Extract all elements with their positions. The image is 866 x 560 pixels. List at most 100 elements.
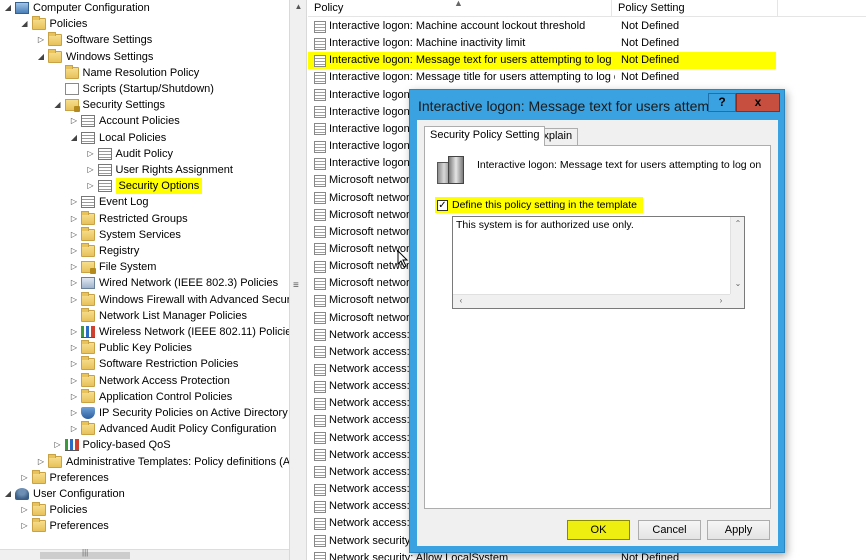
tree-node[interactable]: ◢ Security Settings: [53, 97, 166, 113]
tree-node-label[interactable]: Advanced Audit Policy Configuration: [99, 421, 276, 437]
tree-node-label[interactable]: File System: [99, 259, 156, 275]
cancel-button[interactable]: Cancel: [638, 520, 701, 540]
tree-node-label[interactable]: Preferences: [50, 518, 109, 534]
message-text-area[interactable]: This system is for authorized use only. …: [452, 216, 745, 309]
policy-setting-cell[interactable]: Not Defined: [615, 52, 679, 69]
tree-node[interactable]: ▷ IP Security Policies on Active Director…: [69, 405, 289, 421]
tree-node[interactable]: ▷ File System: [69, 259, 156, 275]
tree-node-label[interactable]: Application Control Policies: [99, 389, 232, 405]
tree-node-label[interactable]: Wireless Network (IEEE 802.11) Policies: [99, 324, 289, 340]
tree-node[interactable]: ▷ Preferences: [20, 518, 109, 534]
tree-node[interactable]: ◢ Local Policies: [69, 130, 166, 146]
tree-node[interactable]: ▷ Registry: [69, 243, 139, 259]
expanded-arrow-icon[interactable]: ◢: [53, 97, 63, 113]
tree-node-label[interactable]: Public Key Policies: [99, 340, 192, 356]
tree-node[interactable]: ◢ User Configuration: [3, 486, 125, 502]
list-row[interactable]: Interactive logon: Machine account locko…: [308, 18, 788, 35]
scroll-up-icon[interactable]: ▲: [293, 2, 304, 12]
define-policy-label[interactable]: Define this policy setting in the templa…: [452, 199, 637, 211]
tree-horizontal-scrollbar[interactable]: |||: [0, 548, 289, 560]
tree-node-label[interactable]: Software Restriction Policies: [99, 356, 238, 372]
collapsed-arrow-icon[interactable]: ▷: [86, 162, 96, 178]
tree-node[interactable]: ▷ Application Control Policies: [69, 388, 232, 405]
policy-name-cell[interactable]: Interactive logon: Machine account locko…: [329, 18, 615, 35]
tree-node-label[interactable]: Security Options: [115, 178, 203, 195]
policy-setting-cell[interactable]: Not Defined: [615, 69, 679, 86]
tree-node-label[interactable]: Network List Manager Policies: [99, 308, 247, 324]
tree-node-label[interactable]: User Configuration: [33, 486, 125, 502]
tree-node-label[interactable]: Network Access Protection: [99, 373, 230, 389]
expanded-arrow-icon[interactable]: ◢: [3, 0, 13, 16]
expanded-arrow-icon[interactable]: ◢: [3, 486, 13, 502]
list-row[interactable]: Interactive logon: Message text for user…: [308, 52, 776, 70]
scroll-right-arrow-icon[interactable]: ›: [715, 296, 727, 305]
tree-node[interactable]: ▷ Security Options: [86, 178, 203, 195]
tree-node[interactable]: ▷ Preferences: [20, 469, 109, 486]
policy-setting-cell[interactable]: Not Defined: [615, 35, 679, 52]
tree-node-label[interactable]: IP Security Policies on Active Directory…: [99, 405, 289, 421]
collapsed-arrow-icon[interactable]: ▷: [69, 324, 79, 340]
apply-button[interactable]: Apply: [707, 520, 770, 540]
collapsed-arrow-icon[interactable]: ▷: [20, 470, 30, 486]
tree-node-label[interactable]: Computer Configuration: [33, 0, 150, 16]
tree-node[interactable]: ▷ Public Key Policies: [69, 340, 192, 356]
text-horizontal-scrollbar[interactable]: ‹ ›: [453, 294, 730, 308]
tree-node[interactable]: ▷ User Rights Assignment: [86, 162, 233, 178]
policy-name-cell[interactable]: Interactive logon: Machine inactivity li…: [329, 35, 615, 52]
tree-node[interactable]: ▷ Network Access Protection: [69, 372, 230, 389]
expanded-arrow-icon[interactable]: ◢: [36, 49, 46, 65]
tree-node[interactable]: ▷ System Services: [69, 226, 181, 243]
policy-name-cell[interactable]: Interactive logon: Message title for use…: [329, 69, 615, 86]
tree-node-label[interactable]: Windows Firewall with Advanced Security: [99, 292, 289, 308]
tree-node-label[interactable]: Security Settings: [83, 97, 166, 113]
tree-node-label[interactable]: System Services: [99, 227, 181, 243]
scroll-down-arrow-icon[interactable]: ⌄: [732, 279, 744, 288]
tree-node[interactable]: ▷ Restricted Groups: [69, 210, 188, 227]
tree-node-label[interactable]: Software Settings: [66, 32, 152, 48]
tree-node[interactable]: ▷ Event Log: [69, 194, 149, 210]
collapsed-arrow-icon[interactable]: ▷: [20, 502, 30, 518]
collapsed-arrow-icon[interactable]: ▷: [86, 146, 96, 162]
tree-node-label[interactable]: Local Policies: [99, 130, 166, 146]
collapsed-arrow-icon[interactable]: ▷: [69, 275, 79, 291]
define-policy-checkbox[interactable]: ✓: [437, 199, 448, 211]
expanded-arrow-icon[interactable]: ◢: [69, 130, 79, 146]
tree-node[interactable]: ▷ Software Settings: [36, 32, 152, 48]
help-button[interactable]: ?: [708, 93, 736, 112]
scroll-up-arrow-icon[interactable]: ⌃: [732, 219, 744, 228]
collapsed-arrow-icon[interactable]: ▷: [20, 518, 30, 534]
tree-node-label[interactable]: Administrative Templates: Policy definit…: [66, 454, 289, 470]
collapsed-arrow-icon[interactable]: ▷: [69, 340, 79, 356]
tree-node[interactable]: ◢ Computer Configuration: [3, 0, 150, 16]
collapsed-arrow-icon[interactable]: ▷: [36, 32, 46, 48]
tree-node[interactable]: ◢ Windows Settings: [36, 48, 153, 65]
list-row[interactable]: Interactive logon: Message title for use…: [308, 69, 788, 86]
policy-setting-cell[interactable]: Not Defined: [615, 18, 679, 35]
tab-security-policy-setting[interactable]: Security Policy Setting: [424, 126, 546, 146]
tree-node-label[interactable]: Policy-based QoS: [83, 437, 171, 453]
collapsed-arrow-icon[interactable]: ▷: [69, 259, 79, 275]
tree-node[interactable]: ▷ Administrative Templates: Policy defini…: [36, 453, 289, 470]
collapsed-arrow-icon[interactable]: ▷: [69, 243, 79, 259]
tree-node[interactable]: ▷ Software Restriction Policies: [69, 356, 238, 372]
message-text-value[interactable]: This system is for authorized use only.: [456, 219, 634, 231]
pane-splitter[interactable]: ▲ ≡: [289, 0, 307, 560]
tree-node[interactable]: Name Resolution Policy: [53, 64, 199, 81]
tree-node[interactable]: ▷ Advanced Audit Policy Configuration: [69, 421, 276, 437]
list-row[interactable]: Interactive logon: Machine inactivity li…: [308, 35, 788, 52]
close-button[interactable]: x: [736, 93, 780, 112]
collapsed-arrow-icon[interactable]: ▷: [69, 389, 79, 405]
collapsed-arrow-icon[interactable]: ▷: [69, 292, 79, 308]
tree-node-label[interactable]: Policies: [50, 16, 88, 32]
collapsed-arrow-icon[interactable]: ▷: [69, 373, 79, 389]
expanded-arrow-icon[interactable]: ◢: [20, 16, 30, 32]
policy-name-cell[interactable]: Interactive logon: Message text for user…: [329, 52, 615, 69]
tree-node[interactable]: ▷ Policy-based QoS: [53, 437, 171, 453]
scroll-left-arrow-icon[interactable]: ‹: [455, 296, 467, 305]
tree-node-label[interactable]: Account Policies: [99, 113, 180, 129]
collapsed-arrow-icon[interactable]: ▷: [36, 454, 46, 470]
tree-node[interactable]: ▷ Windows Firewall with Advanced Security: [69, 291, 289, 308]
collapsed-arrow-icon[interactable]: ▷: [69, 227, 79, 243]
tree-node-label[interactable]: Event Log: [99, 194, 149, 210]
tree-node[interactable]: ◢ Policies: [20, 16, 88, 32]
